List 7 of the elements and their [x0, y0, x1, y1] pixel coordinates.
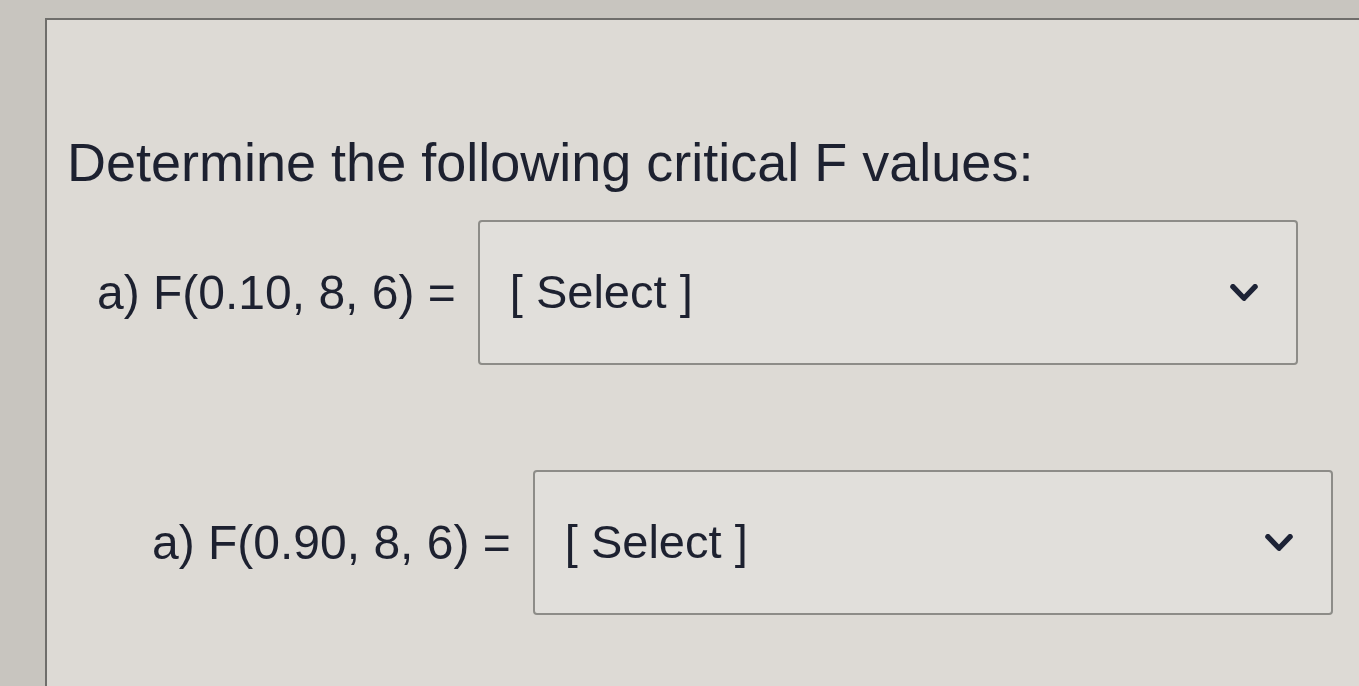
select-dropdown[interactable]: [ Select ] — [532, 470, 1333, 615]
question-label: a) F(0.10, 8, 6) = — [97, 264, 456, 321]
select-dropdown[interactable]: [ Select ] — [477, 220, 1298, 365]
question-label: a) F(0.90, 8, 6) = — [152, 514, 511, 571]
question-heading: Determine the following critical F values: — [67, 131, 1034, 194]
chevron-down-icon — [1229, 283, 1258, 302]
chevron-down-icon — [1264, 533, 1293, 552]
